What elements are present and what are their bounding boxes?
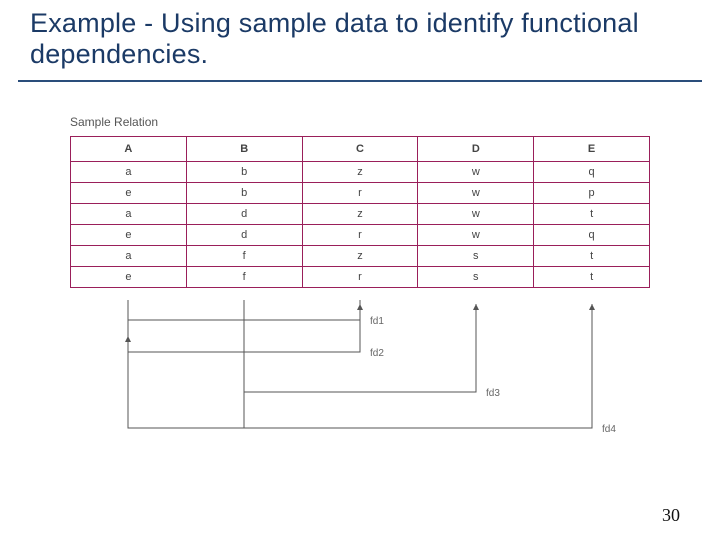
cell: z xyxy=(302,204,418,225)
table-row: e d r w q xyxy=(71,225,650,246)
cell: w xyxy=(418,183,534,204)
col-D: D xyxy=(418,137,534,162)
cell: a xyxy=(71,246,187,267)
page-number: 30 xyxy=(662,505,680,526)
cell: e xyxy=(71,183,187,204)
fd-diagram: fd1 fd2 fd3 fd4 xyxy=(70,300,650,470)
cell: e xyxy=(71,267,187,288)
table-row: a d z w t xyxy=(71,204,650,225)
cell: a xyxy=(71,162,187,183)
title-underline xyxy=(18,80,702,82)
col-C: C xyxy=(302,137,418,162)
table-row: a b z w q xyxy=(71,162,650,183)
cell: s xyxy=(418,246,534,267)
cell: e xyxy=(71,225,187,246)
table: A B C D E a b z w q e b r xyxy=(70,136,650,288)
cell: b xyxy=(186,162,302,183)
cell: s xyxy=(418,267,534,288)
slide: Example - Using sample data to identify … xyxy=(0,0,720,540)
col-B: B xyxy=(186,137,302,162)
cell: z xyxy=(302,162,418,183)
fd1-path: fd1 xyxy=(128,300,384,327)
table-caption: Sample Relation xyxy=(70,115,158,129)
fd4-label: fd4 xyxy=(602,424,616,435)
fd-svg: fd1 fd2 fd3 fd4 xyxy=(70,300,650,470)
fd2-path: fd2 xyxy=(128,300,384,359)
cell: z xyxy=(302,246,418,267)
table-row: a f z s t xyxy=(71,246,650,267)
fd2-label: fd2 xyxy=(370,348,384,359)
cell: r xyxy=(302,183,418,204)
cell: t xyxy=(534,246,650,267)
cell: b xyxy=(186,183,302,204)
col-A: A xyxy=(71,137,187,162)
cell: w xyxy=(418,162,534,183)
cell: d xyxy=(186,225,302,246)
cell: f xyxy=(186,246,302,267)
col-E: E xyxy=(534,137,650,162)
cell: q xyxy=(534,225,650,246)
cell: t xyxy=(534,204,650,225)
fd3-label: fd3 xyxy=(486,388,500,399)
cell: r xyxy=(302,225,418,246)
fd1-label: fd1 xyxy=(370,316,384,327)
table-row: e f r s t xyxy=(71,267,650,288)
table-header-row: A B C D E xyxy=(71,137,650,162)
cell: t xyxy=(534,267,650,288)
cell: q xyxy=(534,162,650,183)
cell: w xyxy=(418,225,534,246)
cell: w xyxy=(418,204,534,225)
sample-relation-table: A B C D E a b z w q e b r xyxy=(70,136,650,288)
cell: a xyxy=(71,204,187,225)
cell: p xyxy=(534,183,650,204)
cell: r xyxy=(302,267,418,288)
cell: f xyxy=(186,267,302,288)
cell: d xyxy=(186,204,302,225)
slide-title: Example - Using sample data to identify … xyxy=(30,8,680,70)
table-body: a b z w q e b r w p a d z w xyxy=(71,162,650,288)
table-row: e b r w p xyxy=(71,183,650,204)
